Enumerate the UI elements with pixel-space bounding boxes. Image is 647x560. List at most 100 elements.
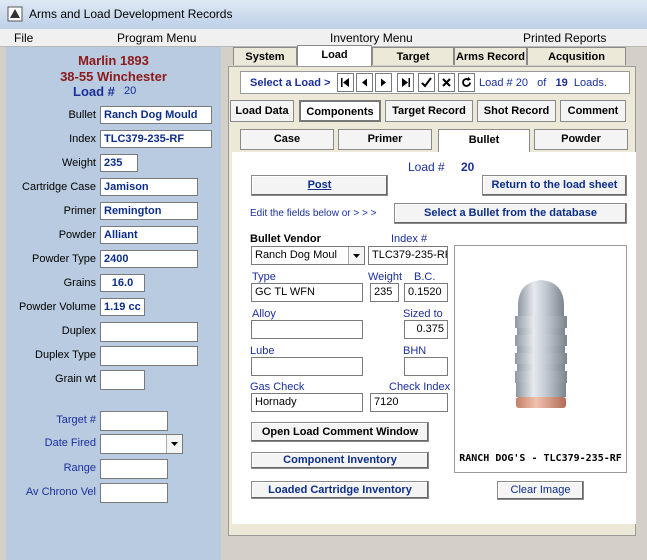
- menu-printed-reports[interactable]: Printed Reports: [523, 31, 606, 45]
- bullet-vendor-value: Ranch Dog Moul: [255, 249, 337, 261]
- gas-check-field[interactable]: Hornady: [251, 393, 363, 412]
- target-number-label: Target #: [56, 414, 96, 426]
- return-to-load-sheet-button[interactable]: Return to the load sheet: [482, 175, 627, 196]
- bullet-vendor-label: Bullet Vendor: [250, 233, 321, 245]
- gas-check-label: Gas Check: [250, 381, 305, 393]
- powder-type-field[interactable]: 2400: [100, 250, 198, 268]
- tab-comment[interactable]: Comment: [560, 100, 626, 122]
- clear-image-button[interactable]: Clear Image: [497, 481, 584, 500]
- bc-field[interactable]: 0.1520: [404, 283, 448, 302]
- index-number-label: Index #: [391, 233, 428, 245]
- caliber-name: 38-55 Winchester: [60, 69, 167, 84]
- tab-target-record[interactable]: Target Record: [385, 100, 473, 122]
- grain-wt-label: Grain wt: [55, 373, 96, 385]
- record-count-text: Load # 20 of 19 Loads.: [479, 77, 607, 89]
- menu-program[interactable]: Program Menu: [117, 31, 196, 45]
- duplex-field[interactable]: [100, 322, 198, 342]
- title-bar: Arms and Load Development Records: [0, 0, 647, 30]
- weight-label-bullet: Weight: [368, 271, 403, 283]
- first-record-icon[interactable]: [337, 73, 354, 92]
- select-load-label: Select a Load >: [250, 77, 331, 89]
- range-field[interactable]: [100, 459, 168, 479]
- component-inventory-button[interactable]: Component Inventory: [251, 452, 429, 469]
- bullet-label: Bullet: [68, 109, 96, 121]
- loaded-cartridge-inventory-button[interactable]: Loaded Cartridge Inventory: [251, 481, 429, 499]
- weight-field[interactable]: 235: [100, 154, 138, 172]
- chrono-velocity-field[interactable]: [100, 483, 168, 503]
- bhn-label: BHN: [403, 345, 427, 357]
- target-number-field[interactable]: [100, 411, 168, 431]
- primer-label: Primer: [63, 205, 96, 217]
- weight-field-bullet[interactable]: 235: [370, 283, 399, 302]
- previous-record-icon[interactable]: [356, 73, 373, 92]
- load-number: 20: [124, 85, 137, 97]
- tab-load-data[interactable]: Load Data: [230, 100, 294, 122]
- chevron-down-icon[interactable]: [348, 247, 364, 264]
- tab-primer[interactable]: Primer: [338, 129, 432, 150]
- bullet-image: [515, 280, 567, 408]
- tab-arms-record[interactable]: Arms Record: [454, 47, 527, 65]
- powder-volume-field[interactable]: 1.19 cc: [100, 298, 145, 316]
- last-record-icon[interactable]: [397, 73, 414, 92]
- weight-label: Weight: [61, 157, 96, 169]
- powder-label: Powder: [58, 229, 96, 241]
- tab-acquisition-record[interactable]: Acqusition Record: [527, 47, 626, 81]
- index-label: Index: [69, 133, 96, 145]
- select-bullet-database-button[interactable]: Select a Bullet from the database: [394, 203, 627, 224]
- app-icon: [7, 6, 23, 22]
- grains-label: Grains: [63, 277, 96, 289]
- tab-target-analysis[interactable]: Target Analysis: [372, 47, 454, 81]
- grains-field[interactable]: 16.0: [100, 274, 145, 292]
- menu-inventory[interactable]: Inventory Menu: [330, 31, 413, 45]
- tab-system[interactable]: System: [233, 47, 297, 65]
- tab-load-records[interactable]: Load Records: [297, 45, 372, 79]
- menu-file[interactable]: File: [14, 31, 33, 45]
- post-button[interactable]: Post: [251, 175, 388, 196]
- refresh-icon[interactable]: [458, 73, 475, 92]
- bhn-field[interactable]: [404, 357, 448, 376]
- range-label: Range: [63, 462, 96, 474]
- tab-bullet[interactable]: Bullet: [438, 129, 530, 152]
- duplex-type-field[interactable]: [100, 346, 198, 366]
- check-index-field[interactable]: 7120: [370, 393, 448, 412]
- cartridge-case-label: Cartridge Case: [22, 181, 96, 193]
- tab-components[interactable]: Components: [299, 100, 381, 122]
- cancel-x-icon[interactable]: [438, 73, 455, 92]
- grain-wt-field[interactable]: [100, 370, 145, 390]
- index-number-field[interactable]: TLC379-235-RF: [368, 246, 448, 265]
- powder-field[interactable]: Alliant: [100, 226, 198, 244]
- tab-powder[interactable]: Powder: [534, 129, 628, 150]
- lube-field[interactable]: [251, 357, 363, 376]
- window-title: Arms and Load Development Records: [29, 7, 233, 21]
- bullet-load-label: Load #: [408, 160, 445, 174]
- alloy-label: Alloy: [252, 308, 276, 320]
- index-field[interactable]: TLC379-235-RF: [100, 130, 212, 148]
- sized-to-label: Sized to: [403, 308, 443, 320]
- chrono-velocity-label: Av Chrono Vel: [25, 486, 96, 498]
- tab-case[interactable]: Case: [240, 129, 334, 150]
- date-fired-select[interactable]: [100, 434, 183, 454]
- type-label: Type: [252, 271, 276, 283]
- primer-field[interactable]: Remington: [100, 202, 198, 220]
- bullet-load-number: 20: [461, 160, 475, 174]
- next-record-icon[interactable]: [375, 73, 392, 92]
- cartridge-case-field[interactable]: Jamison: [100, 178, 198, 196]
- bullet-image-caption: RANCH DOG'S - TLC379-235-RF: [459, 453, 622, 464]
- bullet-vendor-select[interactable]: Ranch Dog Moul: [251, 246, 365, 265]
- bc-label: B.C.: [414, 271, 436, 283]
- alloy-field[interactable]: [251, 320, 363, 339]
- rifle-name: Marlin 1893: [78, 53, 149, 68]
- tab-shot-record[interactable]: Shot Record: [477, 100, 556, 122]
- open-load-comment-button[interactable]: Open Load Comment Window: [251, 422, 429, 442]
- date-fired-label: Date Fired: [44, 437, 96, 449]
- bullet-field[interactable]: Ranch Dog Mould: [100, 106, 212, 124]
- powder-type-label: Powder Type: [31, 253, 96, 265]
- powder-volume-label: Powder Volume: [18, 301, 96, 313]
- duplex-label: Duplex: [61, 325, 96, 337]
- save-check-icon[interactable]: [418, 73, 435, 92]
- edit-hint-text: Edit the fields below or > > >: [250, 208, 377, 219]
- sized-to-field[interactable]: 0.375: [404, 320, 448, 339]
- chevron-down-icon[interactable]: [166, 435, 182, 453]
- load-label: Load #: [73, 84, 115, 99]
- type-field[interactable]: GC TL WFN: [251, 283, 363, 302]
